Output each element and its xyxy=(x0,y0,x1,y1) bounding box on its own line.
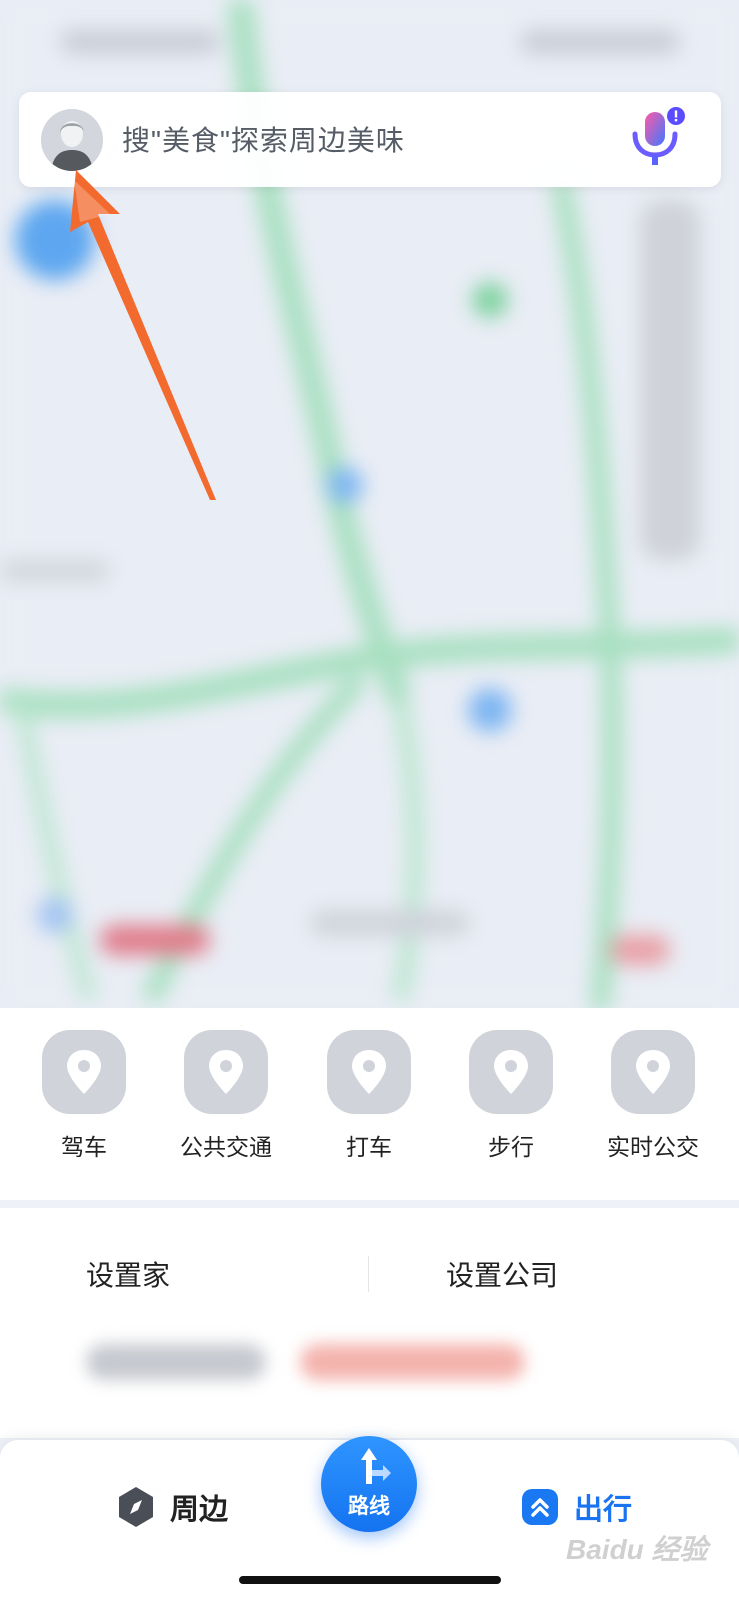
shortcuts-panel: 设置家 设置公司 xyxy=(0,1208,739,1438)
annotation-arrow-icon xyxy=(70,170,216,500)
set-company-button[interactable]: 设置公司 xyxy=(446,1254,558,1294)
user-avatar-icon xyxy=(41,109,103,171)
tab-nearby-label: 周边 xyxy=(170,1494,229,1526)
search-input[interactable]: 搜"美食"探索周边美味 xyxy=(122,119,405,159)
mode-realtime-bus[interactable]: 实时公交 xyxy=(583,1030,723,1162)
location-pin-icon xyxy=(469,1030,553,1114)
route-arrow-icon xyxy=(361,1448,391,1484)
microphone-icon xyxy=(632,107,685,165)
tab-travel-label: 出行 xyxy=(574,1494,633,1526)
travel-modes-panel: 驾车 公共交通 打车 步行 实时公交 xyxy=(0,1008,739,1200)
divider xyxy=(368,1256,369,1292)
location-pin-icon xyxy=(42,1030,126,1114)
mode-taxi[interactable]: 打车 xyxy=(299,1030,439,1162)
location-pin-icon xyxy=(611,1030,695,1114)
mode-label: 驾车 xyxy=(61,1134,107,1160)
location-pin-icon xyxy=(184,1030,268,1114)
route-button-label: 路线 xyxy=(348,1495,390,1518)
watermark: Baidu 经验 xyxy=(566,1534,708,1565)
travel-chevrons-icon xyxy=(522,1489,558,1525)
voice-search-button[interactable] xyxy=(626,106,686,172)
mode-label: 步行 xyxy=(488,1134,534,1160)
home-indicator[interactable] xyxy=(239,1576,501,1584)
blurred-content xyxy=(300,1344,525,1380)
route-button[interactable]: 路线 xyxy=(321,1436,417,1532)
set-home-button[interactable]: 设置家 xyxy=(86,1254,170,1294)
blurred-content xyxy=(86,1344,266,1380)
mode-label: 实时公交 xyxy=(607,1134,699,1160)
tab-nearby[interactable]: 周边 xyxy=(116,1482,228,1532)
mode-drive[interactable]: 驾车 xyxy=(14,1030,154,1162)
mode-walk[interactable]: 步行 xyxy=(441,1030,581,1162)
location-pin-icon xyxy=(327,1030,411,1114)
mode-public-transit[interactable]: 公共交通 xyxy=(156,1030,296,1162)
avatar[interactable] xyxy=(41,109,103,171)
mode-label: 打车 xyxy=(346,1134,392,1160)
compass-icon xyxy=(119,1487,153,1527)
tab-travel[interactable]: 出行 xyxy=(520,1482,632,1532)
mode-label: 公共交通 xyxy=(180,1134,272,1160)
